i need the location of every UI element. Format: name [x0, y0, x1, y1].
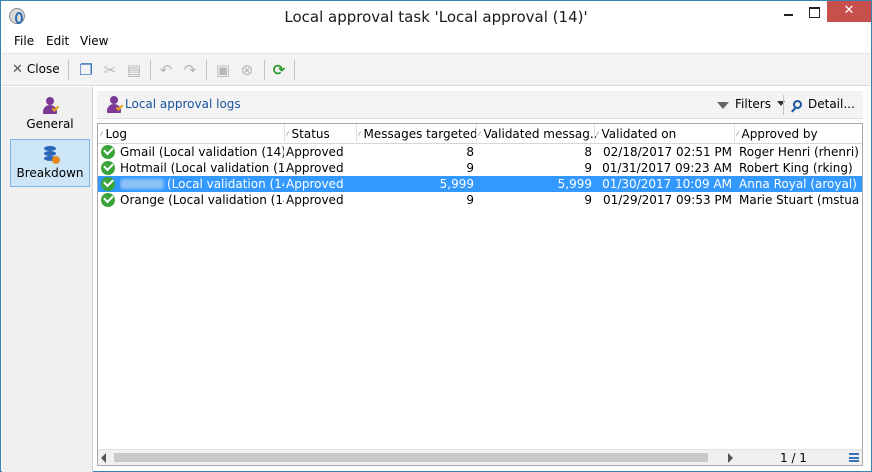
- toolbar-divider: [264, 60, 265, 80]
- column-messages-targeted[interactable]: ⁄ Messages targeted: [358, 127, 476, 141]
- maximize-button[interactable]: [801, 1, 827, 22]
- nav-breakdown[interactable]: Breakdown: [10, 139, 90, 187]
- status-cell: Approved: [286, 161, 344, 175]
- close-label: Close: [26, 62, 60, 76]
- validated-cell: 8: [584, 145, 592, 159]
- toolbar: ✕ Close ❐ ✂ ▤ ↶ ↷ ▣ ⊗ ⟳: [2, 53, 870, 86]
- table-header: ⁄ Log ⁄ Status ⁄ Messages targeted ⁄ Validat…: [98, 124, 862, 144]
- app-window: Local approval task 'Local approval (14)…: [0, 0, 872, 472]
- search-icon: [793, 100, 802, 109]
- column-validated-messages[interactable]: ⁄ Validated messag...: [478, 127, 596, 141]
- targeted-cell: 9: [466, 161, 474, 175]
- targeted-cell: 5,999: [439, 177, 474, 191]
- scroll-left-icon[interactable]: [101, 453, 106, 463]
- approved-by-cell: Anna Royal (aroyal): [739, 177, 857, 191]
- approval-log-icon: [105, 96, 124, 114]
- toolbar-divider: [68, 60, 69, 80]
- status-cell: Approved: [286, 193, 344, 207]
- targeted-cell: 8: [466, 145, 474, 159]
- window-title: Local approval task 'Local approval (14)…: [284, 8, 588, 26]
- validated-cell: 5,999: [557, 177, 592, 191]
- approved-check-icon: [101, 193, 115, 207]
- redo-icon[interactable]: ↷: [181, 61, 199, 79]
- approval-logs-table: ⁄ Log ⁄ Status ⁄ Messages targeted ⁄ Validat…: [97, 123, 863, 466]
- column-log[interactable]: ⁄ Log: [100, 127, 280, 141]
- table-row[interactable]: Gmail (Local validation (14)) Approved 8…: [98, 144, 862, 160]
- log-cell: (Local validation (14)): [120, 177, 284, 191]
- page-indicator: 1 / 1: [780, 451, 807, 465]
- scroll-thumb[interactable]: [114, 453, 708, 462]
- column-approved-by[interactable]: ⁄ Approved by: [736, 127, 862, 141]
- filter-icon: [717, 102, 729, 109]
- paste-icon[interactable]: ▤: [125, 61, 143, 79]
- targeted-cell: 9: [466, 193, 474, 207]
- log-cell: Hotmail (Local validation (14)): [120, 161, 284, 175]
- refresh-icon[interactable]: ⟳: [270, 61, 288, 79]
- minimize-button[interactable]: [775, 1, 801, 22]
- approved-check-icon: [101, 161, 115, 175]
- nav-general[interactable]: General: [10, 91, 90, 139]
- table-row-selected[interactable]: (Local validation (14)) Approved 5,999 5…: [98, 176, 862, 192]
- user-approve-icon: [41, 97, 60, 115]
- approved-by-cell: Robert King (rking): [739, 161, 853, 175]
- table-row[interactable]: Hotmail (Local validation (14)) Approved…: [98, 160, 862, 176]
- validated-on-cell: 01/30/2017 10:09 AM: [602, 177, 732, 191]
- close-icon: ✕: [12, 62, 23, 77]
- detail-button[interactable]: Detail...: [793, 97, 855, 111]
- filters-button[interactable]: Filters: [717, 97, 785, 111]
- menu-edit[interactable]: Edit: [46, 34, 69, 48]
- validated-cell: 9: [584, 161, 592, 175]
- redacted-text: [120, 179, 164, 189]
- column-validated-on[interactable]: ⁄ Validated on: [596, 127, 734, 141]
- save-icon[interactable]: ▣: [214, 61, 232, 79]
- undo-icon[interactable]: ↶: [157, 61, 175, 79]
- menu-file[interactable]: File: [14, 34, 34, 48]
- menu-view[interactable]: View: [80, 34, 108, 48]
- left-nav: General Breakdown: [2, 87, 93, 472]
- column-status[interactable]: ⁄ Status: [286, 127, 356, 141]
- validated-on-cell: 01/29/2017 09:53 PM: [603, 193, 732, 207]
- scroll-right-icon[interactable]: [728, 453, 733, 463]
- filters-label: Filters: [735, 97, 771, 111]
- horizontal-scrollbar[interactable]: 1 / 1: [98, 449, 862, 465]
- detail-label: Detail...: [808, 97, 855, 111]
- validated-on-cell: 01/31/2017 09:23 AM: [602, 161, 732, 175]
- approved-by-cell: Marie Stuart (mstua: [739, 193, 860, 207]
- menu-bar: File Edit View: [1, 32, 871, 51]
- log-cell: Gmail (Local validation (14)): [120, 145, 284, 159]
- status-cell: Approved: [286, 177, 344, 191]
- panel-title: Local approval logs: [125, 97, 241, 111]
- validated-on-cell: 02/18/2017 02:51 PM: [603, 145, 732, 159]
- cancel-icon[interactable]: ⊗: [238, 61, 256, 79]
- cut-icon[interactable]: ✂: [101, 61, 119, 79]
- nav-breakdown-label: Breakdown: [16, 166, 84, 180]
- panel-header: Local approval logs Filters Detail...: [97, 91, 863, 119]
- list-menu-icon[interactable]: [849, 453, 859, 462]
- nav-general-label: General: [26, 117, 74, 131]
- database-icon: [42, 146, 60, 164]
- approved-check-icon: [101, 177, 115, 191]
- approved-by-cell: Roger Henri (rhenri): [739, 145, 859, 159]
- validated-cell: 9: [584, 193, 592, 207]
- copy-icon[interactable]: ❐: [77, 61, 95, 79]
- approved-check-icon: [101, 145, 115, 159]
- toolbar-divider: [150, 60, 151, 80]
- status-cell: Approved: [286, 145, 344, 159]
- table-row[interactable]: Orange (Local validation (14)) Approved …: [98, 192, 862, 208]
- log-cell: Orange (Local validation (14)): [120, 193, 284, 207]
- close-window-button[interactable]: ✕: [827, 1, 871, 22]
- toolbar-divider: [294, 60, 295, 80]
- toolbar-divider: [206, 60, 207, 80]
- header-divider: [783, 95, 784, 115]
- title-bar: Local approval task 'Local approval (14)…: [1, 1, 871, 32]
- close-button[interactable]: ✕ Close: [12, 62, 60, 77]
